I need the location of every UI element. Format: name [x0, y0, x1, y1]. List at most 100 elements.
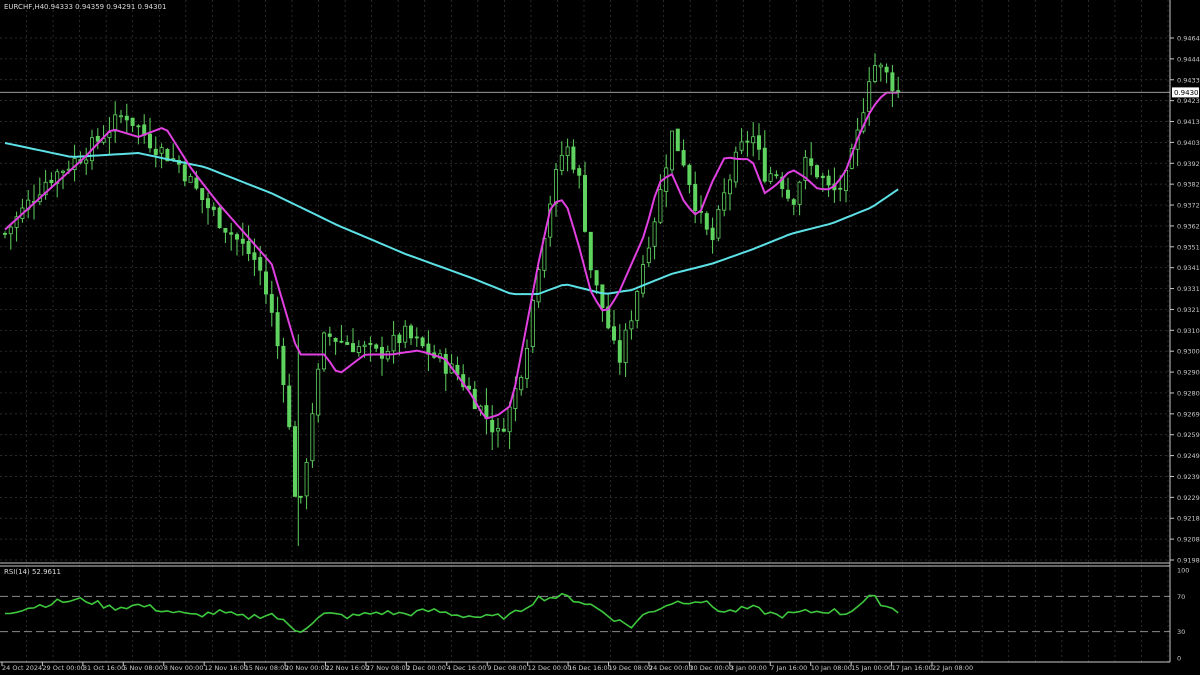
price-tick-label: 0.92390	[1177, 473, 1200, 481]
rsi-tick-label: 30	[1177, 628, 1185, 636]
candle-body	[211, 206, 216, 210]
candle-body	[571, 146, 576, 170]
candle-body	[3, 232, 8, 235]
candle-body	[316, 368, 321, 416]
candle-body	[704, 213, 709, 230]
candle-body	[397, 334, 402, 343]
candle-body	[820, 175, 825, 179]
candle-body	[223, 228, 228, 233]
candle-body	[664, 167, 669, 192]
candle-body	[751, 136, 756, 144]
price-tick-label: 0.92290	[1177, 494, 1200, 502]
candle-body	[641, 264, 646, 294]
candle-body	[525, 348, 530, 379]
price-tick-label: 0.93210	[1177, 306, 1200, 314]
candle-body	[147, 133, 152, 149]
price-tick-label: 0.93515	[1177, 243, 1200, 251]
time-tick-label: 4 Dec 16:00	[447, 664, 487, 672]
candle-body	[878, 64, 883, 68]
candle-body	[217, 207, 222, 229]
time-tick-label: 12 Dec 00:00	[528, 664, 572, 672]
candle-body	[240, 238, 245, 244]
candle-body	[339, 340, 344, 343]
chart-canvas[interactable]: 0.94645 0.94440 0.94335 0.94235 0.94130 0.940…	[0, 0, 1200, 675]
candle-body	[658, 189, 663, 223]
candle-body	[768, 173, 773, 182]
candle-body	[403, 325, 408, 343]
candle-body	[124, 115, 129, 121]
candle-body	[762, 147, 767, 182]
candle-body	[583, 175, 588, 232]
candle-body	[652, 221, 657, 247]
time-tick-label: 9 Dec 08:00	[487, 664, 527, 672]
candle-body	[623, 329, 628, 364]
candle-body	[292, 426, 297, 497]
candle-body	[554, 169, 559, 204]
price-tick-label: 0.92695	[1177, 410, 1200, 418]
price-tick-label: 0.93620	[1177, 222, 1200, 230]
candle-body	[733, 151, 738, 183]
candle-body	[345, 342, 350, 345]
rsi-tick-label: 70	[1177, 593, 1185, 601]
candle-body	[368, 342, 373, 345]
candle-body	[710, 227, 715, 241]
candle-body	[594, 270, 599, 286]
candle-body	[95, 135, 100, 142]
time-tick-label: 27 Nov 08:00	[366, 664, 410, 672]
candle-body	[374, 344, 379, 349]
price-tick-label: 0.93925	[1177, 160, 1200, 168]
candle-body	[275, 312, 280, 347]
candle-body	[791, 199, 796, 205]
candle-body	[809, 158, 814, 166]
price-tick-label: 0.91980	[1177, 557, 1200, 565]
candle-body	[113, 114, 118, 132]
candle-body	[414, 336, 419, 339]
candle-body	[786, 189, 791, 199]
candle-body	[287, 385, 292, 428]
candle-body	[84, 159, 89, 164]
candle-body	[119, 115, 124, 118]
time-tick-label: 8 Nov 00:00	[164, 664, 204, 672]
price-tick-label: 0.92900	[1177, 369, 1200, 377]
candle-body	[873, 65, 878, 82]
candle-body	[350, 343, 355, 353]
price-tick-label: 0.92085	[1177, 536, 1200, 544]
candle-body	[310, 413, 315, 462]
candle-body	[379, 346, 384, 359]
candle-body	[728, 179, 733, 195]
candle-body	[263, 271, 268, 295]
current-price-tag: 0.94301	[1172, 87, 1200, 98]
candle-body	[356, 346, 361, 353]
candle-body	[61, 170, 66, 173]
time-tick-label: 17 Jan 16:00	[892, 664, 933, 672]
candle-body	[739, 141, 744, 151]
candle-body	[681, 150, 686, 166]
time-tick-label: 24 Dec 00:00	[649, 664, 693, 672]
time-tick-label: 16 Dec 16:00	[568, 664, 612, 672]
candle-body	[745, 140, 750, 143]
candle-body	[826, 175, 831, 186]
candle-body	[182, 164, 187, 182]
candle-body	[200, 188, 205, 201]
candle-body	[130, 117, 135, 126]
time-tick-label: 5 Nov 08:00	[123, 664, 163, 672]
candle-body	[495, 427, 500, 432]
candle-body	[687, 164, 692, 185]
candle-body	[536, 269, 541, 303]
price-tick-label: 0.94440	[1177, 55, 1200, 63]
candle-body	[577, 168, 582, 176]
candle-body	[559, 154, 564, 171]
candle-body	[530, 300, 535, 348]
candle-body	[408, 325, 413, 339]
candle-body	[716, 208, 721, 239]
candle-body	[617, 340, 622, 363]
candle-body	[722, 192, 727, 211]
candle-body	[136, 125, 141, 128]
price-tick-label: 0.92495	[1177, 452, 1200, 460]
candle-body	[890, 72, 895, 92]
time-tick-label: 3 Jan 00:00	[730, 664, 767, 672]
candle-body	[774, 174, 779, 177]
candle-body	[252, 252, 257, 260]
time-axis: 24 Oct 2024 29 Oct 00:0031 Oct 16:005 Nov…	[1, 662, 973, 672]
time-tick-label: 29 Oct 00:00	[42, 664, 84, 672]
